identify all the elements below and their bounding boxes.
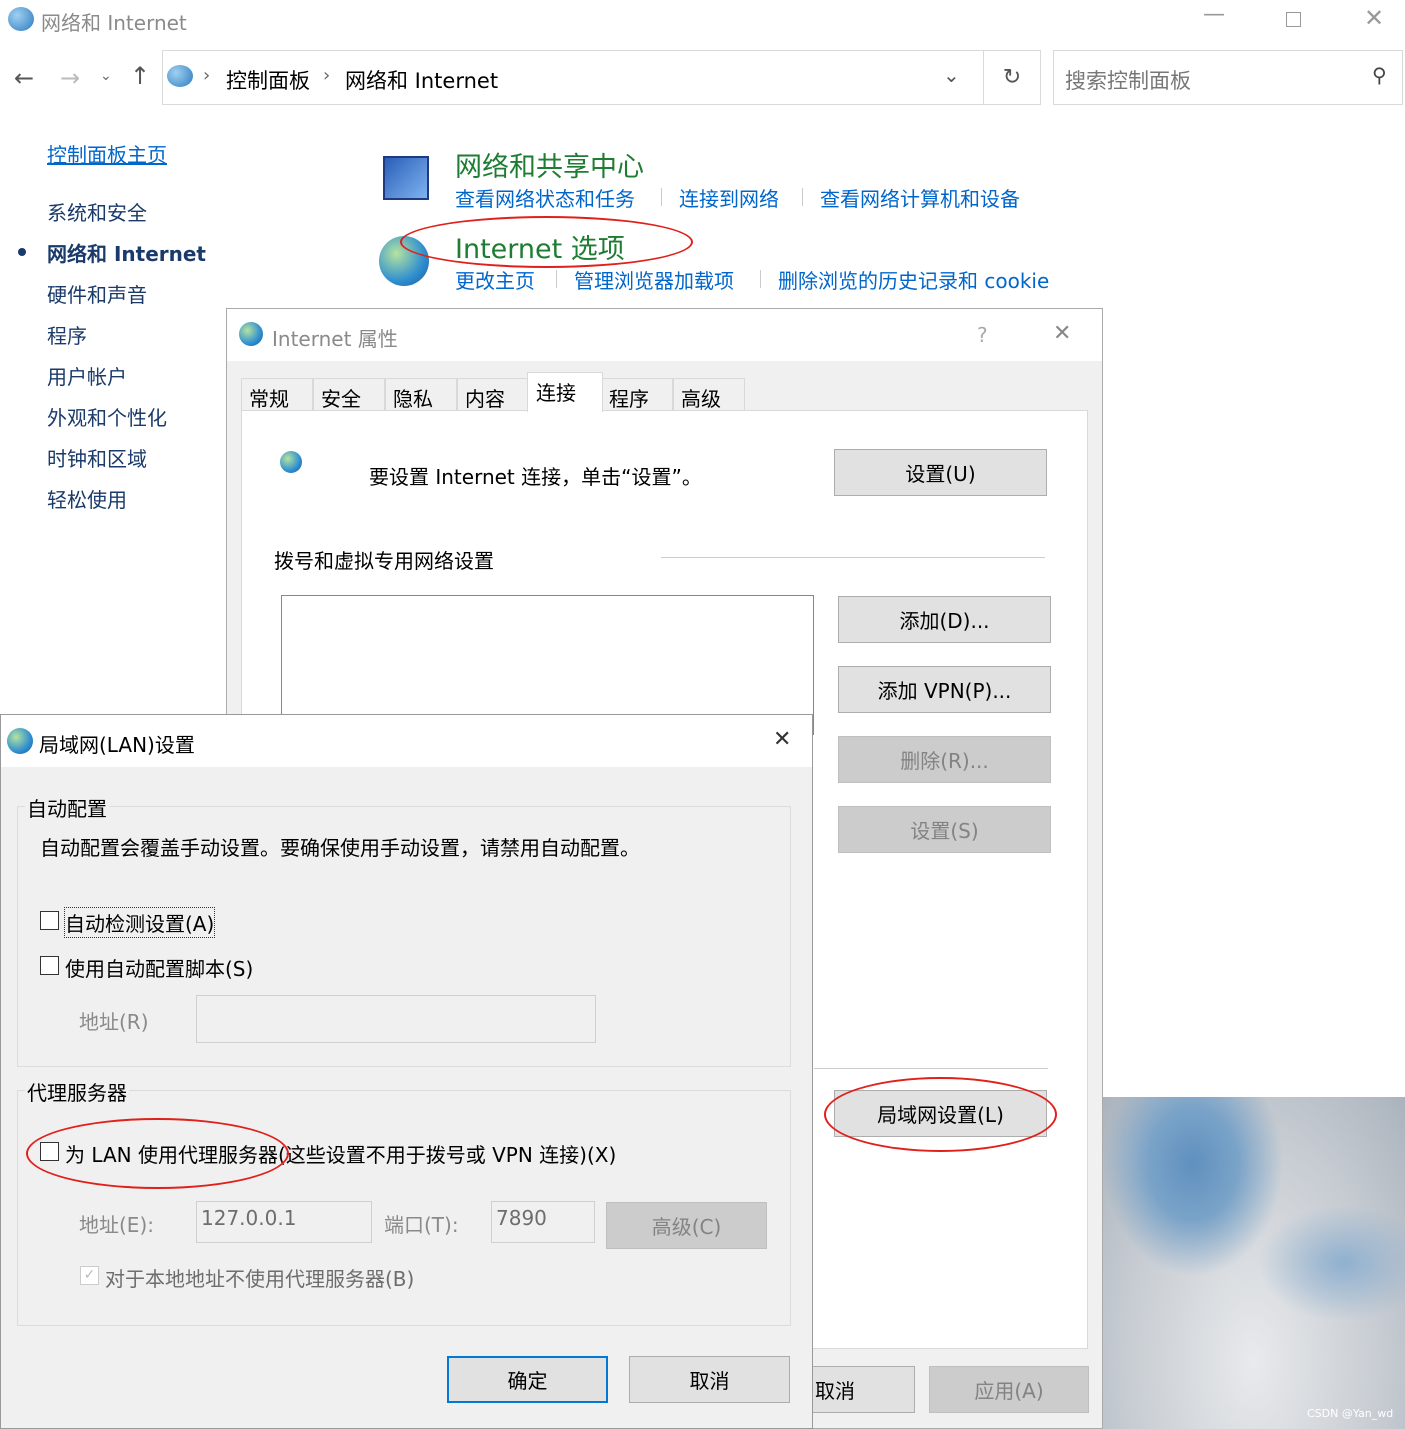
sidebar-item-users[interactable]: 用户帐户 — [47, 361, 127, 390]
section-title-sharing-center[interactable]: 网络和共享中心 — [455, 145, 644, 184]
sidebar-item-programs[interactable]: 程序 — [47, 320, 87, 349]
tab-privacy[interactable]: 隐私 — [385, 378, 457, 411]
proxy-port-input: 7890 — [491, 1201, 595, 1243]
settings-button: 设置(S) — [838, 806, 1051, 853]
back-button[interactable]: ← — [14, 64, 34, 92]
search-icon[interactable]: ⚲ — [1372, 63, 1387, 87]
proxy-group-label: 代理服务器 — [25, 1077, 129, 1106]
chevron-down-icon[interactable]: ⌄ — [943, 63, 960, 87]
link-view-computers[interactable]: 查看网络计算机和设备 — [820, 183, 1020, 212]
close-button[interactable]: ✕ — [1053, 321, 1071, 346]
recent-dropdown-icon[interactable]: ⌄ — [100, 68, 112, 84]
setup-button[interactable]: 设置(U) — [834, 449, 1047, 496]
sidebar-item-hardware[interactable]: 硬件和声音 — [47, 279, 147, 308]
annotation-ellipse — [400, 216, 693, 268]
bypass-local-label: 对于本地地址不使用代理服务器(B) — [105, 1267, 415, 1291]
add-vpn-button[interactable]: 添加 VPN(P)... — [838, 666, 1051, 713]
refresh-button[interactable]: ↻ — [983, 50, 1041, 105]
dialog-title: Internet 属性 — [272, 327, 398, 351]
tab-general[interactable]: 常规 — [241, 378, 313, 411]
chevron-right-icon: › — [203, 65, 211, 86]
cancel-button[interactable]: 取消 — [629, 1356, 790, 1403]
sidebar-item-ease[interactable]: 轻松使用 — [47, 484, 127, 513]
sidebar-item-network[interactable]: 网络和 Internet — [47, 238, 206, 267]
tab-advanced[interactable]: 高级 — [673, 378, 745, 411]
search-placeholder: 搜索控制面板 — [1065, 69, 1191, 93]
proxy-port-label: 端口(T): — [384, 1213, 459, 1237]
auto-detect-label[interactable]: 自动检测设置(A) — [63, 907, 216, 938]
minimize-button[interactable]: — — [1203, 2, 1225, 27]
network-icon — [167, 65, 193, 87]
script-address-label: 地址(R) — [79, 1010, 149, 1034]
chevron-right-icon: › — [323, 65, 331, 86]
setup-description: 要设置 Internet 连接，单击“设置”。 — [369, 465, 702, 489]
proxy-address-label: 地址(E): — [79, 1213, 154, 1237]
desktop-wallpaper — [1102, 1097, 1405, 1429]
lan-settings-dialog: 局域网(LAN)设置 ✕ 自动配置 自动配置会覆盖手动设置。要确保使用手动设置，… — [0, 714, 813, 1429]
dialup-group-label: 拨号和虚拟专用网络设置 — [274, 549, 494, 573]
search-input[interactable]: 搜索控制面板 ⚲ — [1053, 50, 1403, 105]
close-button[interactable]: ✕ — [773, 727, 791, 752]
annotation-ellipse — [26, 1118, 289, 1189]
breadcrumb-item[interactable]: 控制面板 — [226, 65, 310, 95]
tab-connections[interactable]: 连接 — [527, 372, 603, 412]
tab-security[interactable]: 安全 — [313, 378, 385, 411]
dialog-title: 局域网(LAN)设置 — [39, 733, 195, 757]
ok-button[interactable]: 确定 — [447, 1356, 608, 1403]
divider — [814, 1068, 1048, 1069]
use-script-label[interactable]: 使用自动配置脚本(S) — [65, 953, 253, 982]
annotation-ellipse — [824, 1077, 1057, 1152]
network-icon — [8, 7, 34, 31]
sidebar-item-appearance[interactable]: 外观和个性化 — [47, 402, 167, 431]
sidebar-item-system-security[interactable]: 系统和安全 — [47, 197, 147, 226]
tab-programs[interactable]: 程序 — [601, 378, 673, 411]
tab-content[interactable]: 内容 — [457, 378, 529, 411]
divider — [661, 557, 1045, 558]
network-sharing-icon — [383, 156, 429, 200]
link-view-status[interactable]: 查看网络状态和任务 — [455, 183, 635, 212]
sidebar-item-clock[interactable]: 时钟和区域 — [47, 443, 147, 472]
auto-config-label: 自动配置 — [25, 793, 109, 822]
advanced-button: 高级(C) — [606, 1202, 767, 1249]
forward-button[interactable]: → — [60, 64, 80, 92]
globe-icon — [239, 322, 263, 346]
add-button[interactable]: 添加(D)... — [838, 596, 1051, 643]
link-manage-addons[interactable]: 管理浏览器加载项 — [574, 265, 734, 294]
active-bullet — [18, 248, 26, 256]
use-script-checkbox[interactable] — [40, 956, 59, 975]
divider — [661, 188, 662, 206]
bypass-local-checkbox: ✓ — [80, 1266, 99, 1285]
watermark: CSDN @Yan_wd — [1307, 1407, 1394, 1420]
maximize-button[interactable] — [1286, 12, 1301, 27]
divider — [802, 188, 803, 206]
dialog-titlebar: Internet 属性 ? ✕ — [227, 309, 1102, 361]
proxy-address-input: 127.0.0.1 — [196, 1201, 372, 1243]
up-button[interactable]: ↑ — [130, 62, 150, 90]
close-button[interactable]: ✕ — [1364, 4, 1384, 32]
divider — [556, 270, 557, 288]
remove-button: 删除(R)... — [838, 736, 1051, 783]
window-title: 网络和 Internet — [41, 11, 187, 35]
auto-detect-checkbox[interactable] — [40, 911, 59, 930]
apply-button: 应用(A) — [929, 1366, 1089, 1413]
link-delete-history[interactable]: 删除浏览的历史记录和 cookie — [778, 265, 1049, 294]
help-button[interactable]: ? — [977, 323, 988, 347]
globe-icon — [7, 728, 33, 754]
link-connect[interactable]: 连接到网络 — [679, 183, 779, 212]
divider — [760, 270, 761, 288]
link-change-homepage[interactable]: 更改主页 — [455, 265, 535, 294]
control-panel-home-link[interactable]: 控制面板主页 — [47, 139, 167, 168]
auto-config-description: 自动配置会覆盖手动设置。要确保使用手动设置，请禁用自动配置。 — [40, 836, 640, 860]
address-bar[interactable]: › 控制面板 › 网络和 Internet ⌄ — [162, 50, 984, 105]
internet-connect-icon — [280, 451, 302, 473]
script-address-input — [196, 995, 596, 1043]
breadcrumb-item[interactable]: 网络和 Internet — [345, 65, 498, 95]
dialog-titlebar: 局域网(LAN)设置 ✕ — [1, 715, 812, 767]
